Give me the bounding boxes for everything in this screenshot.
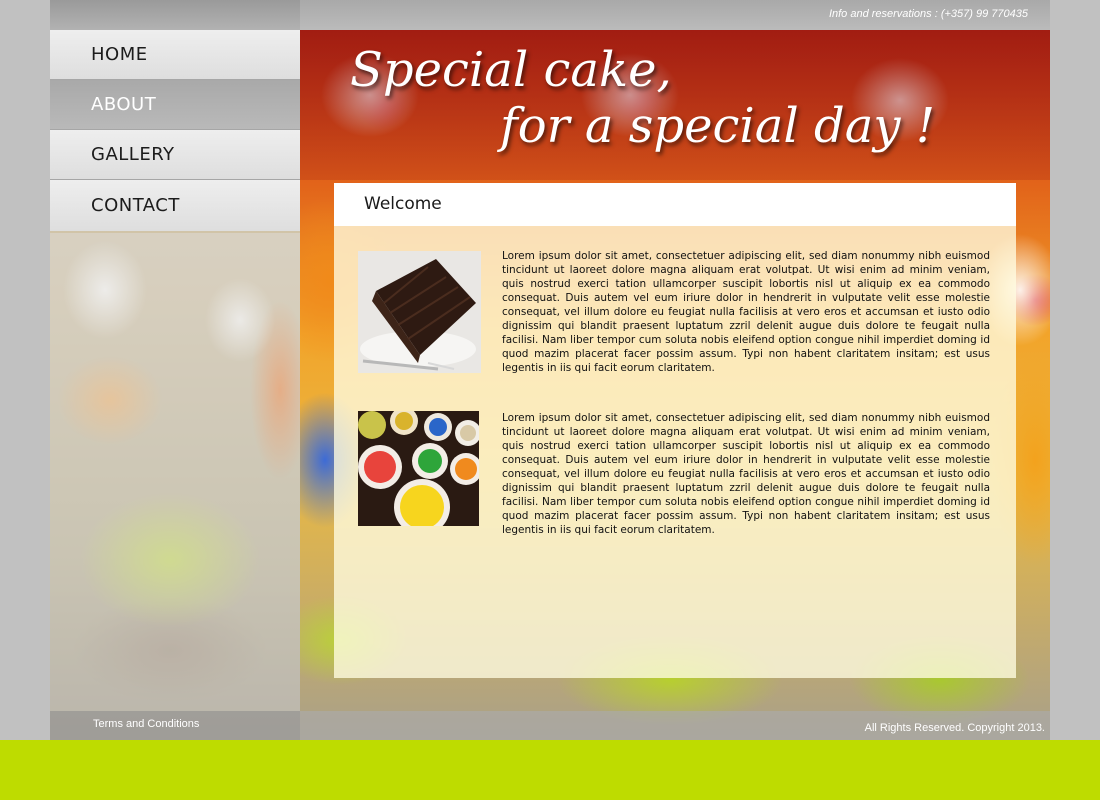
tagline-line-1: Special cake, — [350, 42, 672, 98]
page-title: Welcome — [364, 194, 442, 214]
tagline-line-2: for a special day ! — [500, 98, 935, 154]
nav-item-home[interactable]: HOME — [50, 30, 300, 80]
left-column: HOME ABOUT GALLERY CONTACT Terms and Con… — [50, 0, 300, 740]
nav-item-contact[interactable]: CONTACT — [50, 180, 300, 231]
nav-item-about[interactable]: ABOUT — [50, 80, 300, 130]
terms-link[interactable]: Terms and Conditions — [93, 718, 199, 730]
article-item: Lorem ipsum dolor sit amet, consectetuer… — [358, 249, 992, 389]
nav-item-gallery[interactable]: GALLERY — [50, 130, 300, 180]
main-nav: HOME ABOUT GALLERY CONTACT — [50, 30, 300, 231]
nav-item-label: CONTACT — [91, 195, 180, 216]
copyright-text: All Rights Reserved. Copyright 2013. — [864, 722, 1045, 734]
main-content-panel: Welcome Lorem ipsum dolor sit amet, cons… — [334, 183, 1016, 678]
bottom-green-band — [0, 740, 1100, 800]
welcome-heading-bar: Welcome — [334, 183, 1016, 226]
right-column: Info and reservations : (+357) 99 770435… — [300, 0, 1050, 740]
top-info-bar: Info and reservations : (+357) 99 770435 — [300, 0, 1050, 30]
chocolate-cake-image — [358, 251, 481, 373]
left-footer-bar: Terms and Conditions — [50, 711, 300, 740]
article-item: Lorem ipsum dolor sit amet, consectetuer… — [358, 411, 992, 551]
header-tagline: Special cake, for a special day ! — [350, 38, 970, 178]
article-text: Lorem ipsum dolor sit amet, consectetuer… — [502, 412, 990, 536]
nav-item-label: HOME — [91, 44, 148, 65]
nav-item-label: ABOUT — [91, 94, 157, 115]
right-footer-bar: All Rights Reserved. Copyright 2013. — [300, 711, 1050, 740]
site-container: HOME ABOUT GALLERY CONTACT Terms and Con… — [50, 0, 1050, 740]
article-text: Lorem ipsum dolor sit amet, consectetuer… — [502, 250, 990, 374]
icing-bowls-image — [358, 411, 479, 526]
left-background-veil — [50, 233, 300, 711]
nav-item-label: GALLERY — [91, 144, 175, 165]
left-top-bar — [50, 0, 300, 30]
reservations-info: Info and reservations : (+357) 99 770435 — [828, 8, 1028, 20]
